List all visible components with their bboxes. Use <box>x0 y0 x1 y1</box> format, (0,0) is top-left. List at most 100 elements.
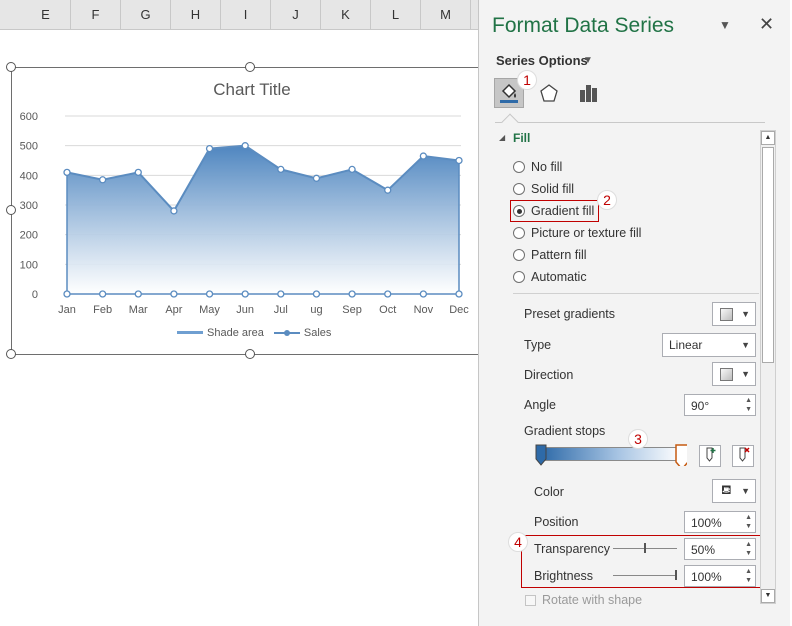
spin-down-icon[interactable]: ▼ <box>745 406 752 413</box>
radio-no-fill-button[interactable] <box>513 161 525 173</box>
resize-handle-top[interactable] <box>245 62 255 72</box>
remove-gradient-stop-button[interactable] <box>732 445 754 467</box>
add-gradient-stop-button[interactable] <box>699 445 721 467</box>
legend-item-sales: Sales <box>273 327 332 339</box>
callout-badge-3: 3 <box>628 429 648 449</box>
position-label: Position <box>534 515 579 529</box>
column-header-j[interactable]: J <box>271 0 321 30</box>
x-tick-label: Feb <box>93 304 112 316</box>
radio-solid-fill[interactable]: Solid fill <box>513 182 574 196</box>
legend-label-sales: Sales <box>303 327 332 339</box>
radio-pattern-fill-button[interactable] <box>513 249 525 261</box>
spin-down-icon[interactable]: ▼ <box>745 523 752 530</box>
y-tick-label: 500 <box>20 141 38 153</box>
preset-gradients-label: Preset gradients <box>524 307 616 321</box>
resize-handle-tl[interactable] <box>6 62 16 72</box>
effects-tab-icon[interactable] <box>534 78 564 108</box>
legend-shade-swatch <box>177 331 203 334</box>
angle-spinner[interactable]: 90° ▲ ▼ <box>684 394 756 416</box>
preset-gradients-dropdown[interactable]: ▼ <box>712 302 756 326</box>
type-dropdown[interactable]: Linear ▼ <box>662 333 756 357</box>
sales-point-marker <box>170 290 178 298</box>
series-options-tab-icon[interactable] <box>574 78 604 108</box>
column-header-bar: EFGHIJKLM <box>0 0 478 30</box>
pane-scrollbar[interactable]: ▲ ▼ <box>760 130 776 604</box>
column-header-m[interactable]: M <box>421 0 471 30</box>
chart-legend[interactable]: Shade area Sales <box>177 327 331 339</box>
column-header-l[interactable]: L <box>371 0 421 30</box>
close-icon[interactable]: ✕ <box>759 14 774 35</box>
sales-point-marker <box>384 290 392 298</box>
y-tick-label: 200 <box>20 230 38 242</box>
gradient-stops-bar[interactable] <box>540 447 682 461</box>
column-header-i[interactable]: I <box>221 0 271 30</box>
color-dropdown[interactable]: ⛾ ▼ <box>712 479 756 503</box>
format-data-series-pane: Format Data Series ▼ ✕ Series Options ▼ … <box>478 0 790 626</box>
pane-title: Format Data Series <box>492 14 675 37</box>
radio-automatic[interactable]: Automatic <box>513 270 587 284</box>
radio-solid-fill-button[interactable] <box>513 183 525 195</box>
column-header-g[interactable]: G <box>121 0 171 30</box>
x-tick-label: Jul <box>274 304 288 316</box>
direction-dropdown[interactable]: ▼ <box>712 362 756 386</box>
x-tick-label: Mar <box>129 304 148 316</box>
resize-handle-left[interactable] <box>6 205 16 215</box>
area-point-marker <box>241 142 249 150</box>
callout-badge-4: 4 <box>508 532 528 552</box>
radio-pattern-fill[interactable]: Pattern fill <box>513 248 587 262</box>
sales-point-marker <box>205 290 214 298</box>
scroll-thumb[interactable] <box>762 147 774 363</box>
sales-point-marker <box>455 290 463 298</box>
preset-gradient-swatch <box>720 308 733 321</box>
area-point-marker <box>384 186 392 194</box>
resize-handle-bottom[interactable] <box>245 349 255 359</box>
type-value: Linear <box>669 338 703 352</box>
spin-up-icon[interactable]: ▲ <box>745 514 752 521</box>
gradient-stop-1[interactable] <box>535 444 547 466</box>
plot-area[interactable]: 0 100 200 300 400 500 600 Jan Feb Mar Apr May Jun Jul… <box>12 68 482 356</box>
area-point-marker <box>170 207 178 215</box>
column-header-f[interactable]: F <box>71 0 121 30</box>
series-options-label[interactable]: Series Options <box>496 53 588 68</box>
area-point-marker <box>134 168 142 177</box>
collapse-triangle-icon[interactable]: ◢ <box>499 133 505 142</box>
column-header-h[interactable]: H <box>171 0 221 30</box>
gradient-stop-2[interactable] <box>675 444 687 466</box>
chart-area[interactable]: Chart Title 0 100 200 300 400 500 600 Jan Feb Mar… <box>11 67 481 355</box>
tab-divider <box>495 122 765 123</box>
x-tick-label: Oct <box>379 304 396 316</box>
rotate-with-shape-checkbox[interactable] <box>525 595 536 606</box>
position-spinner[interactable]: 100% ▲ ▼ <box>684 511 756 533</box>
highlight-gradient-fill <box>510 200 599 222</box>
direction-swatch <box>720 368 733 381</box>
y-tick-label: 300 <box>20 200 38 212</box>
area-point-marker <box>98 176 107 184</box>
callout-badge-1: 1 <box>517 70 537 90</box>
color-label: Color <box>534 485 564 499</box>
radio-no-fill[interactable]: No fill <box>513 160 562 174</box>
x-tick-label: Jun <box>236 304 254 316</box>
column-header-e[interactable]: E <box>21 0 71 30</box>
radio-picture-fill[interactable]: Picture or texture fill <box>513 226 641 240</box>
fill-section-header[interactable]: Fill <box>513 131 530 145</box>
gradient-stops-label: Gradient stops <box>524 424 606 438</box>
scroll-up-icon[interactable]: ▲ <box>761 131 775 145</box>
series-options-chevron-icon[interactable]: ▼ <box>583 55 593 66</box>
radio-picture-fill-button[interactable] <box>513 227 525 239</box>
y-tick-label: 0 <box>32 289 38 301</box>
scroll-down-icon[interactable]: ▼ <box>761 589 775 603</box>
column-header-k[interactable]: K <box>321 0 371 30</box>
x-tick-label: Dec <box>449 304 469 316</box>
callout-badge-2: 2 <box>597 190 617 210</box>
rotate-with-shape-label: Rotate with shape <box>542 593 643 607</box>
pane-options-chevron-icon[interactable]: ▼ <box>719 18 731 32</box>
radio-automatic-button[interactable] <box>513 271 525 283</box>
area-point-marker <box>205 144 214 153</box>
area-point-marker <box>312 174 321 182</box>
area-point-marker <box>63 168 71 177</box>
sales-point-marker <box>98 290 107 298</box>
resize-handle-bl[interactable] <box>6 349 16 359</box>
legend-label-shade-area: Shade area <box>207 327 264 339</box>
spin-up-icon[interactable]: ▲ <box>745 397 752 404</box>
angle-value: 90° <box>691 399 710 413</box>
